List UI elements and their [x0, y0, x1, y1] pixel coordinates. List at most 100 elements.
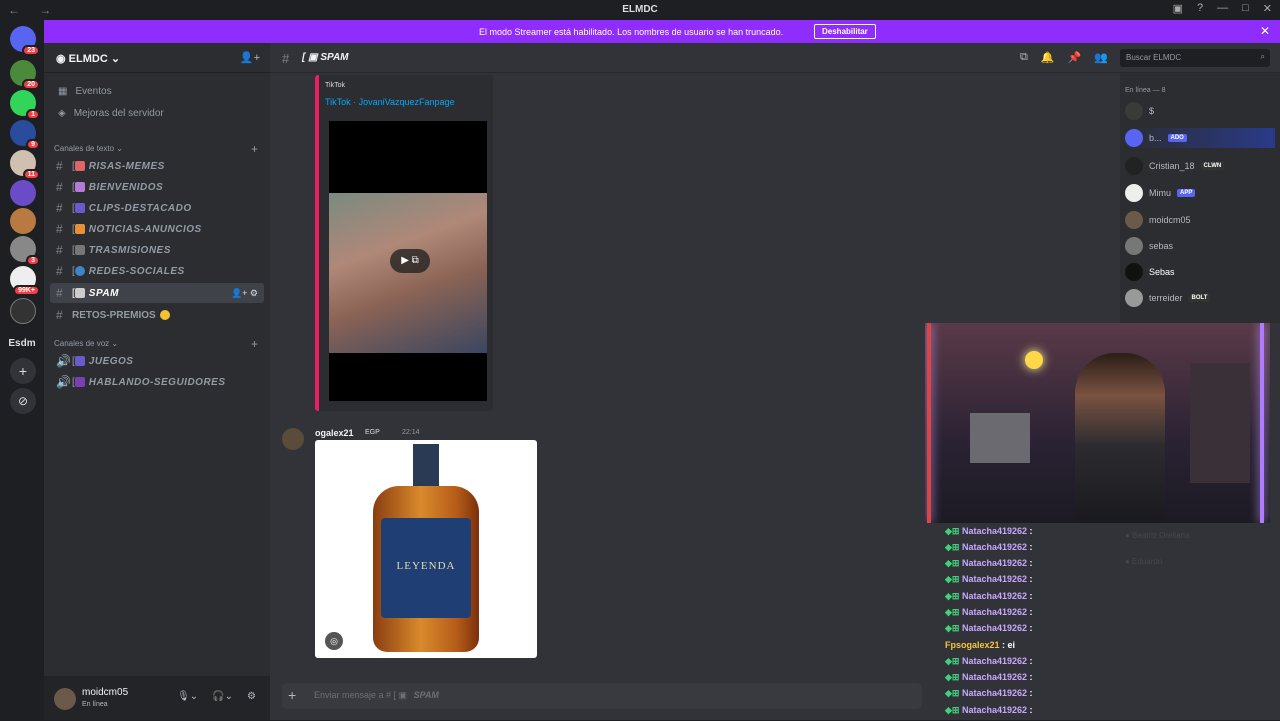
- channel-spam[interactable]: #[ SPAM 👤+ ⚙: [50, 283, 264, 303]
- member-item[interactable]: Sebas: [1125, 262, 1275, 282]
- channel-trasmisiones[interactable]: #[ TRASMISIONES: [50, 240, 264, 260]
- add-server-icon[interactable]: +: [10, 358, 36, 384]
- avatar[interactable]: [54, 688, 76, 710]
- member-name: Sebas: [1149, 267, 1175, 277]
- voice-category[interactable]: Canales de voz ⌄ +: [54, 337, 264, 351]
- chat-line: ◆⊞ Natacha419262 :: [945, 558, 1033, 568]
- avatar[interactable]: [282, 428, 304, 450]
- hash-icon: #: [56, 222, 63, 236]
- hash-icon: #: [56, 264, 63, 278]
- disable-button[interactable]: Deshabilitar: [814, 24, 876, 39]
- voice-channel-juegos[interactable]: 🔊[ JUEGOS: [50, 351, 264, 371]
- add-attachment-icon[interactable]: +: [288, 687, 296, 703]
- server-icon[interactable]: [10, 180, 36, 206]
- server-icon[interactable]: 1: [10, 90, 40, 120]
- message-author[interactable]: ogalex21: [315, 428, 354, 438]
- boosts-link[interactable]: ◈ Mejoras del servidor: [54, 103, 264, 123]
- search-icon: ⌕: [1260, 52, 1265, 61]
- maximize-icon[interactable]: □: [1242, 2, 1249, 15]
- inbox-icon[interactable]: ▣: [1173, 2, 1183, 15]
- server-icon[interactable]: [10, 208, 36, 234]
- search-input[interactable]: Buscar ELMDC ⌕: [1120, 49, 1270, 67]
- pin-icon[interactable]: 📌: [1068, 51, 1082, 64]
- speaker-icon: 🔊: [56, 354, 71, 368]
- channel-risas-memes[interactable]: #[ RISAS-MEMES: [50, 156, 264, 176]
- headphones-icon[interactable]: 🎧⌄: [212, 691, 233, 702]
- chat-text: :: [1029, 672, 1033, 682]
- member-item[interactable]: b... ADO: [1125, 128, 1275, 148]
- member-item[interactable]: moidcm05: [1125, 210, 1275, 230]
- image-search-icon[interactable]: ◎: [325, 632, 343, 650]
- server-icon[interactable]: 9: [10, 120, 40, 150]
- member-item[interactable]: Cristian_18 CLWN: [1125, 156, 1275, 176]
- play-icon[interactable]: ▶ ⧉: [390, 249, 430, 273]
- badge: 20: [22, 79, 40, 90]
- chat-text: :: [1029, 558, 1033, 568]
- window-title: ELMDC: [622, 4, 658, 15]
- server-icon[interactable]: 3: [10, 236, 40, 266]
- server-label[interactable]: Esdm: [4, 338, 40, 349]
- channel-title-text: SPAM: [320, 52, 349, 63]
- guild-name-text: ELMDC: [68, 53, 108, 65]
- avatar: [1125, 263, 1143, 281]
- member-item[interactable]: Mimu APP: [1125, 183, 1275, 203]
- channel-name: HABLANDO-SEGUIDORES: [88, 376, 226, 388]
- message-input[interactable]: + Enviar mensaje a # [ ▣ SPAM: [282, 683, 922, 709]
- streamer-mode-banner: El modo Streamer está habilitado. Los no…: [44, 20, 1280, 43]
- chat-text: :: [1029, 526, 1033, 536]
- close-window-icon[interactable]: ✕: [1263, 2, 1272, 15]
- member-name: Cristian_18: [1149, 161, 1195, 171]
- help-icon[interactable]: ?: [1197, 2, 1203, 15]
- add-channel-icon[interactable]: +: [251, 142, 258, 156]
- neon-light: [1260, 323, 1264, 523]
- embed-video[interactable]: ▶ ⧉: [329, 121, 487, 401]
- channel-clips[interactable]: #[ CLIPS-DESTACADO: [50, 198, 264, 218]
- channel-bienvenidos[interactable]: #[ BIENVENIDOS: [50, 177, 264, 197]
- user-name[interactable]: moidcm05: [82, 687, 128, 698]
- text-category[interactable]: Canales de texto ⌄ +: [54, 142, 264, 156]
- member-badge: BOLT: [1188, 294, 1211, 302]
- events-link[interactable]: ▦ Eventos: [54, 81, 264, 101]
- channel-settings-icons[interactable]: 👤+ ⚙: [231, 288, 258, 299]
- avatar: [1125, 129, 1143, 147]
- channel-retos[interactable]: # RETOS-PREMIOS: [50, 305, 264, 325]
- minimize-icon[interactable]: —: [1217, 2, 1228, 15]
- guild-header[interactable]: ◉ ELMDC ⌄ 👤+: [44, 43, 270, 73]
- add-member-icon[interactable]: 👤+: [240, 51, 260, 64]
- chat-user: Natacha419262: [961, 705, 1028, 715]
- window-controls[interactable]: ▣? — □ ✕: [1173, 2, 1272, 15]
- chat-text: :: [1029, 705, 1033, 715]
- add-channel-icon[interactable]: +: [251, 337, 258, 351]
- chat-text: : ei: [1002, 640, 1016, 650]
- close-icon[interactable]: ✕: [1260, 24, 1270, 38]
- hash-icon: #: [56, 286, 63, 300]
- channel-redes[interactable]: #[ REDES-SOCIALES: [50, 261, 264, 281]
- server-icon[interactable]: 20: [10, 60, 40, 90]
- embed-title-link[interactable]: TikTok · JovaniVazquezFanpage: [325, 97, 455, 107]
- mic-icon[interactable]: 🎙⌄: [177, 691, 198, 702]
- server-icon[interactable]: 99K+: [10, 266, 40, 296]
- server-icon[interactable]: [10, 298, 36, 324]
- server-icon[interactable]: 11: [10, 150, 40, 180]
- badge: 99K+: [13, 285, 40, 296]
- events-label: Eventos: [75, 85, 112, 97]
- chat-line: Fpsogalex21 : ei: [945, 640, 1015, 656]
- member-item[interactable]: sebas: [1125, 236, 1275, 256]
- attachment-image[interactable]: LEYENDA ◎: [315, 440, 537, 658]
- voice-channel-hablando[interactable]: 🔊[ HABLANDO-SEGUIDORES: [50, 372, 264, 392]
- member-item[interactable]: terreider BOLT: [1125, 288, 1275, 308]
- stream-chat: ◆⊞ Natacha419262 : ◆⊞ Natacha419262 : ◆⊞…: [945, 523, 1280, 720]
- calendar-icon: ▦: [58, 85, 68, 97]
- smiley-lamp: [1025, 351, 1043, 369]
- explore-icon[interactable]: ⊘: [10, 388, 36, 414]
- channel-noticias[interactable]: #[ NOTICIAS-ANUNCIOS: [50, 219, 264, 239]
- members-icon[interactable]: 👥: [1094, 51, 1108, 64]
- threads-icon[interactable]: ⧉: [1020, 51, 1028, 64]
- bell-icon[interactable]: 🔔: [1041, 51, 1055, 64]
- hash-icon: #: [56, 159, 63, 173]
- gear-icon[interactable]: ⚙: [247, 691, 256, 702]
- member-item[interactable]: $: [1125, 101, 1275, 121]
- home-server[interactable]: 23: [10, 26, 40, 56]
- channel-name: RETOS-PREMIOS: [72, 309, 156, 321]
- guild-name[interactable]: ◉ ELMDC ⌄: [56, 52, 120, 65]
